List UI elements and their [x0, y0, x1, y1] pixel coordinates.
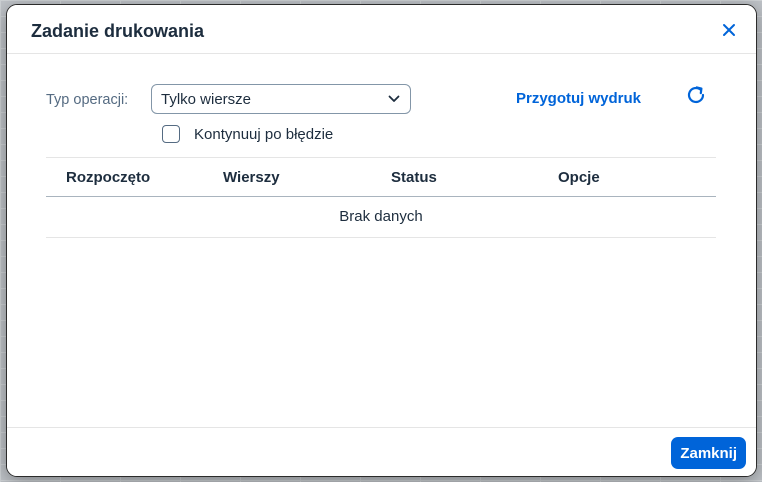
prepare-printout-link[interactable]: Przygotuj wydruk: [516, 90, 641, 107]
no-data-message: Brak danych: [339, 208, 423, 225]
column-header-options[interactable]: Opcje: [558, 169, 600, 186]
dialog-header: Zadanie drukowania: [7, 5, 756, 54]
column-header-status[interactable]: Status: [391, 169, 437, 186]
column-header-started[interactable]: Rozpoczęto: [66, 169, 150, 186]
table-row: Brak danych: [46, 197, 716, 238]
close-icon[interactable]: [718, 19, 740, 41]
print-job-dialog: Zadanie drukowania Typ operacji: Tylko w…: [6, 4, 757, 477]
chevron-down-icon: [388, 95, 400, 102]
operation-type-value: Tylko wiersze: [161, 91, 252, 108]
print-jobs-table: Rozpoczęto Wierszy Status Opcje Brak dan…: [46, 157, 716, 238]
refresh-icon[interactable]: [684, 83, 708, 107]
dialog-title: Zadanie drukowania: [31, 21, 205, 41]
close-button[interactable]: Zamknij: [671, 437, 746, 469]
dialog-footer: Zamknij: [7, 427, 756, 476]
column-header-rows[interactable]: Wierszy: [223, 169, 280, 186]
dialog-content: Typ operacji: Tylko wiersze Przygotuj wy…: [7, 54, 756, 427]
continue-on-error-checkbox[interactable]: [162, 125, 180, 143]
continue-on-error-label: Kontynuuj po błędzie: [194, 126, 334, 143]
table-header: Rozpoczęto Wierszy Status Opcje: [46, 157, 716, 197]
operation-type-select[interactable]: Tylko wiersze: [151, 84, 411, 114]
operation-type-label: Typ operacji:: [46, 92, 129, 108]
